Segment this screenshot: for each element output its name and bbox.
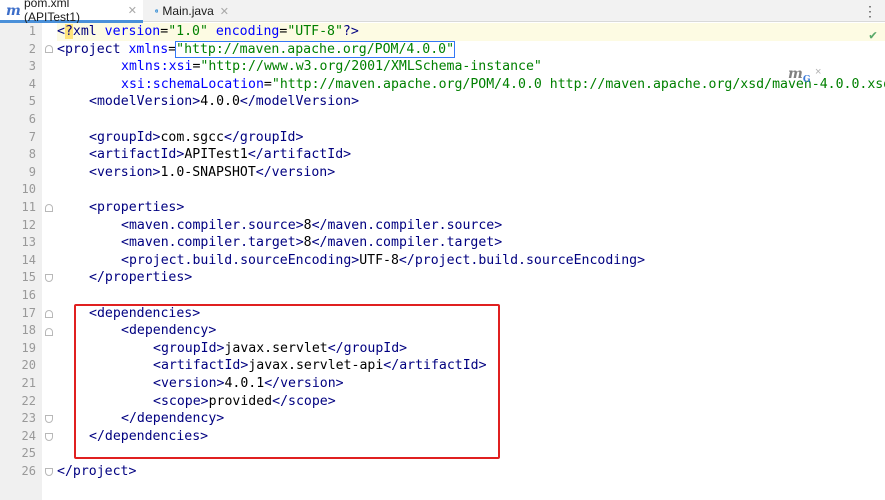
line-number-gutter: 1 2 3 4 5 6 7 8 9 10 11 12 13 14 15 16 1… (0, 23, 42, 500)
line-number: 13 (21, 235, 36, 250)
line-number: 16 (21, 288, 36, 302)
check-icon[interactable]: ✔ (869, 28, 877, 43)
code-line: <modelVersion>4.0.0</modelVersion> (89, 94, 360, 110)
fold-marker[interactable] (45, 310, 53, 318)
maven-m-icon: m (6, 3, 21, 19)
close-icon[interactable]: ✕ (128, 4, 137, 17)
code-line: <version>1.0-SNAPSHOT</version> (89, 164, 336, 180)
code-line: <project.build.sourceEncoding>UTF-8</pro… (121, 252, 646, 268)
fold-marker[interactable] (45, 274, 53, 282)
dependencies-highlight-box (74, 304, 500, 459)
code-line: <project xmlns="http://maven.apache.org/… (57, 40, 456, 58)
fold-marker[interactable] (45, 433, 53, 441)
code-line: <maven.compiler.source>8</maven.compiler… (121, 217, 503, 233)
line-number: 19 (21, 340, 36, 355)
code-line: <maven.compiler.target>8</maven.compiler… (121, 235, 503, 251)
line-number: 5 (28, 94, 36, 109)
line-number: 8 (28, 147, 36, 162)
maven-reload-icon[interactable]: mG (788, 66, 811, 85)
tab-label: Main.java (162, 4, 214, 18)
line-number: 25 (21, 446, 36, 461)
close-icon[interactable]: ✕ (220, 5, 229, 18)
fold-marker[interactable] (45, 328, 53, 336)
java-class-icon: C (155, 9, 159, 13)
code-line: </project> (57, 464, 137, 479)
line-number: 23 (21, 411, 36, 426)
fold-marker[interactable] (45, 45, 53, 53)
line-number: 4 (28, 76, 36, 91)
line-number: 14 (21, 252, 36, 267)
tab-label: pom.xml (APITest1) (24, 0, 81, 24)
fold-marker[interactable] (45, 468, 53, 476)
line-number: 12 (21, 217, 36, 232)
line-number: 22 (21, 393, 36, 408)
line-number: 17 (21, 305, 36, 320)
line-number: 11 (21, 200, 36, 214)
line-number: 10 (21, 182, 36, 197)
line-number: 6 (28, 112, 36, 126)
code-line: xmlns:xsi="http://www.w3.org/2001/XMLSch… (121, 59, 542, 75)
fold-marker[interactable] (45, 415, 53, 423)
line-number: 20 (21, 358, 36, 373)
code-line: <groupId>com.sgcc</groupId> (89, 129, 304, 145)
close-icon[interactable]: × (815, 66, 821, 78)
tab-main-java[interactable]: C Main.java ✕ (149, 0, 235, 22)
code-line: <artifactId>APITest1</artifactId> (89, 147, 352, 163)
line-number: 7 (28, 129, 36, 144)
line-number: 21 (21, 376, 36, 390)
line-number: 26 (21, 464, 36, 478)
line-number: 3 (28, 59, 36, 74)
line-number: 18 (21, 323, 36, 338)
fold-marker[interactable] (45, 204, 53, 212)
editor-tab-bar: m pom.xml (APITest1) ✕ C Main.java ✕ ⋮ (0, 0, 885, 24)
tab-pom-xml[interactable]: m pom.xml (APITest1) ✕ (0, 0, 143, 24)
line-number: 1 (28, 24, 36, 38)
more-vertical-icon[interactable]: ⋮ (863, 3, 877, 20)
code-line: <?xml version="1.0" encoding="UTF-8"?> (57, 23, 885, 41)
fold-gutter (42, 23, 54, 500)
code-line: <properties> (89, 200, 185, 215)
code-line: xsi:schemaLocation="http://maven.apache.… (121, 76, 885, 92)
code-line: </properties> (89, 270, 193, 286)
line-number: 9 (28, 164, 36, 179)
line-number: 15 (21, 270, 36, 285)
line-number: 24 (21, 428, 36, 443)
line-number: 2 (28, 41, 36, 56)
